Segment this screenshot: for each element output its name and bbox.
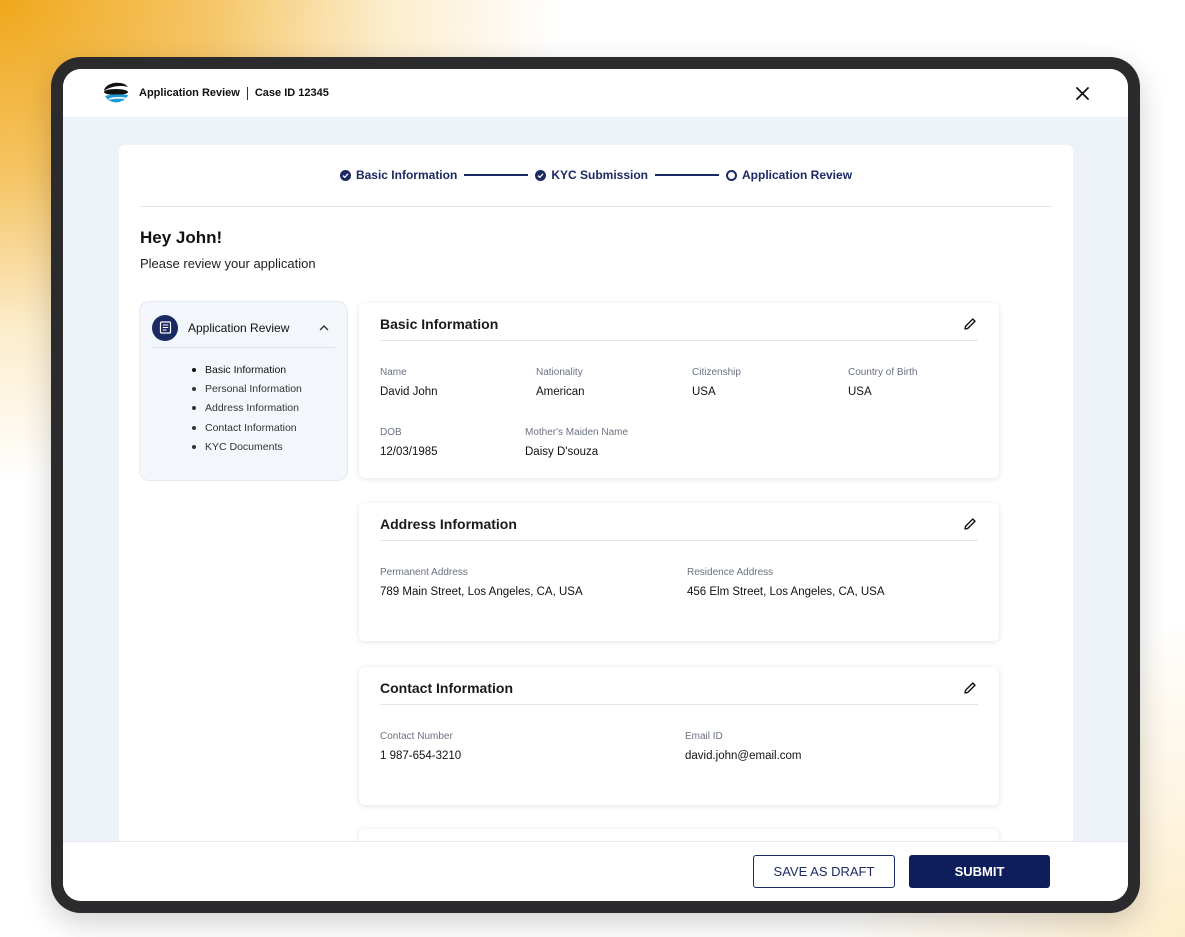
basic-information-section: Basic Information Name David John Nation… (359, 303, 999, 478)
sidebar-item-kyc-documents[interactable]: KYC Documents (192, 437, 302, 456)
section-title: Contact Information (380, 680, 513, 696)
field-permanent-address: Permanent Address 789 Main Street, Los A… (380, 567, 583, 598)
field-label: Citizenship (692, 367, 741, 378)
step-label: Basic Information (355, 168, 458, 182)
field-mothers-maiden-name: Mother's Maiden Name Daisy D'souza (525, 427, 628, 458)
field-value: 12/03/1985 (380, 446, 438, 458)
case-id: Case ID 12345 (254, 87, 329, 99)
section-header: Contact Information (380, 680, 978, 705)
app-title: Application Review (139, 87, 240, 99)
field-label: Name (380, 367, 407, 378)
greeting-subtitle: Please review your application (140, 256, 316, 271)
step-kyc-submission[interactable]: KYC Submission (535, 168, 648, 182)
field-value: Daisy D'souza (525, 446, 599, 458)
pencil-icon (964, 318, 976, 330)
edit-contact-button[interactable] (962, 680, 978, 696)
title-separator (246, 86, 248, 100)
stepper-divider (140, 206, 1052, 207)
field-nationality: Nationality American (536, 367, 585, 398)
field-value: David John (380, 386, 438, 398)
step-connector (655, 174, 719, 176)
field-value: 1 987-654-3210 (380, 750, 462, 762)
pencil-icon (964, 682, 976, 694)
device-frame: Application Review Case ID 12345 Basic I… (51, 57, 1140, 913)
top-bar: Application Review Case ID 12345 (63, 69, 1128, 117)
field-email-id: Email ID david.john@email.com (685, 731, 802, 762)
edit-basic-button[interactable] (962, 316, 978, 332)
section-title: Address Information (380, 516, 517, 532)
address-information-section: Address Information Permanent Address 78… (359, 503, 999, 641)
field-dob: DOB 12/03/1985 (380, 427, 438, 458)
chevron-up-icon[interactable] (317, 321, 331, 335)
field-value: 789 Main Street, Los Angeles, CA, USA (380, 586, 583, 598)
close-icon (1075, 86, 1089, 100)
sidebar-title: Application Review (188, 320, 290, 335)
step-connector (464, 174, 529, 176)
sidebar-item-contact-information[interactable]: Contact Information (192, 418, 302, 437)
pencil-icon (964, 518, 976, 530)
check-circle-icon (339, 169, 351, 181)
action-footer: SAVE AS DRAFT SUBMIT (63, 841, 1128, 901)
contact-information-section: Contact Information Contact Number 1 987… (359, 667, 999, 805)
sidebar-header[interactable]: Application Review (152, 312, 335, 348)
field-label: Nationality (536, 367, 583, 378)
close-button[interactable] (1072, 83, 1092, 103)
field-label: DOB (380, 427, 402, 438)
step-basic-information[interactable]: Basic Information (339, 168, 458, 182)
field-label: Residence Address (687, 567, 774, 578)
field-label: Country of Birth (848, 367, 918, 378)
field-value: American (536, 386, 585, 398)
field-value: david.john@email.com (685, 750, 802, 762)
check-circle-icon (535, 169, 547, 181)
sidebar-item-basic-information[interactable]: Basic Information (192, 360, 302, 379)
company-logo-icon (104, 82, 128, 103)
field-citizenship: Citizenship USA (692, 367, 741, 398)
field-value: USA (692, 386, 716, 398)
section-header: Address Information (380, 516, 978, 541)
step-application-review[interactable]: Application Review (726, 168, 852, 182)
app-screen: Application Review Case ID 12345 Basic I… (63, 69, 1128, 901)
section-header: Basic Information (380, 316, 978, 341)
step-label: KYC Submission (551, 168, 648, 182)
submit-button[interactable]: SUBMIT (909, 855, 1050, 888)
sidebar-list: Basic Information Personal Information A… (192, 360, 302, 456)
save-as-draft-button[interactable]: SAVE AS DRAFT (753, 855, 895, 888)
greeting-title: Hey John! (140, 228, 223, 247)
sidebar-nav: Application Review Basic Information Per… (139, 301, 348, 481)
sidebar-item-address-information[interactable]: Address Information (192, 399, 302, 418)
field-contact-number: Contact Number 1 987-654-3210 (380, 731, 461, 762)
field-residence-address: Residence Address 456 Elm Street, Los An… (687, 567, 885, 598)
field-label: Contact Number (380, 731, 453, 742)
field-label: Mother's Maiden Name (525, 427, 629, 438)
field-label: Email ID (685, 731, 723, 742)
review-card: Basic Information KYC Submission Applica… (119, 145, 1073, 901)
step-label: Application Review (742, 168, 853, 182)
edit-address-button[interactable] (962, 516, 978, 532)
sidebar-item-personal-information[interactable]: Personal Information (192, 379, 302, 398)
field-value: 456 Elm Street, Los Angeles, CA, USA (687, 586, 885, 598)
current-step-circle-icon (726, 169, 737, 181)
field-name: Name David John (380, 367, 438, 398)
section-title: Basic Information (380, 316, 499, 332)
field-country-of-birth: Country of Birth USA (848, 367, 917, 398)
progress-stepper: Basic Information KYC Submission Applica… (119, 165, 1073, 185)
field-label: Permanent Address (380, 567, 468, 578)
document-icon (152, 314, 178, 341)
field-value: USA (848, 386, 872, 398)
